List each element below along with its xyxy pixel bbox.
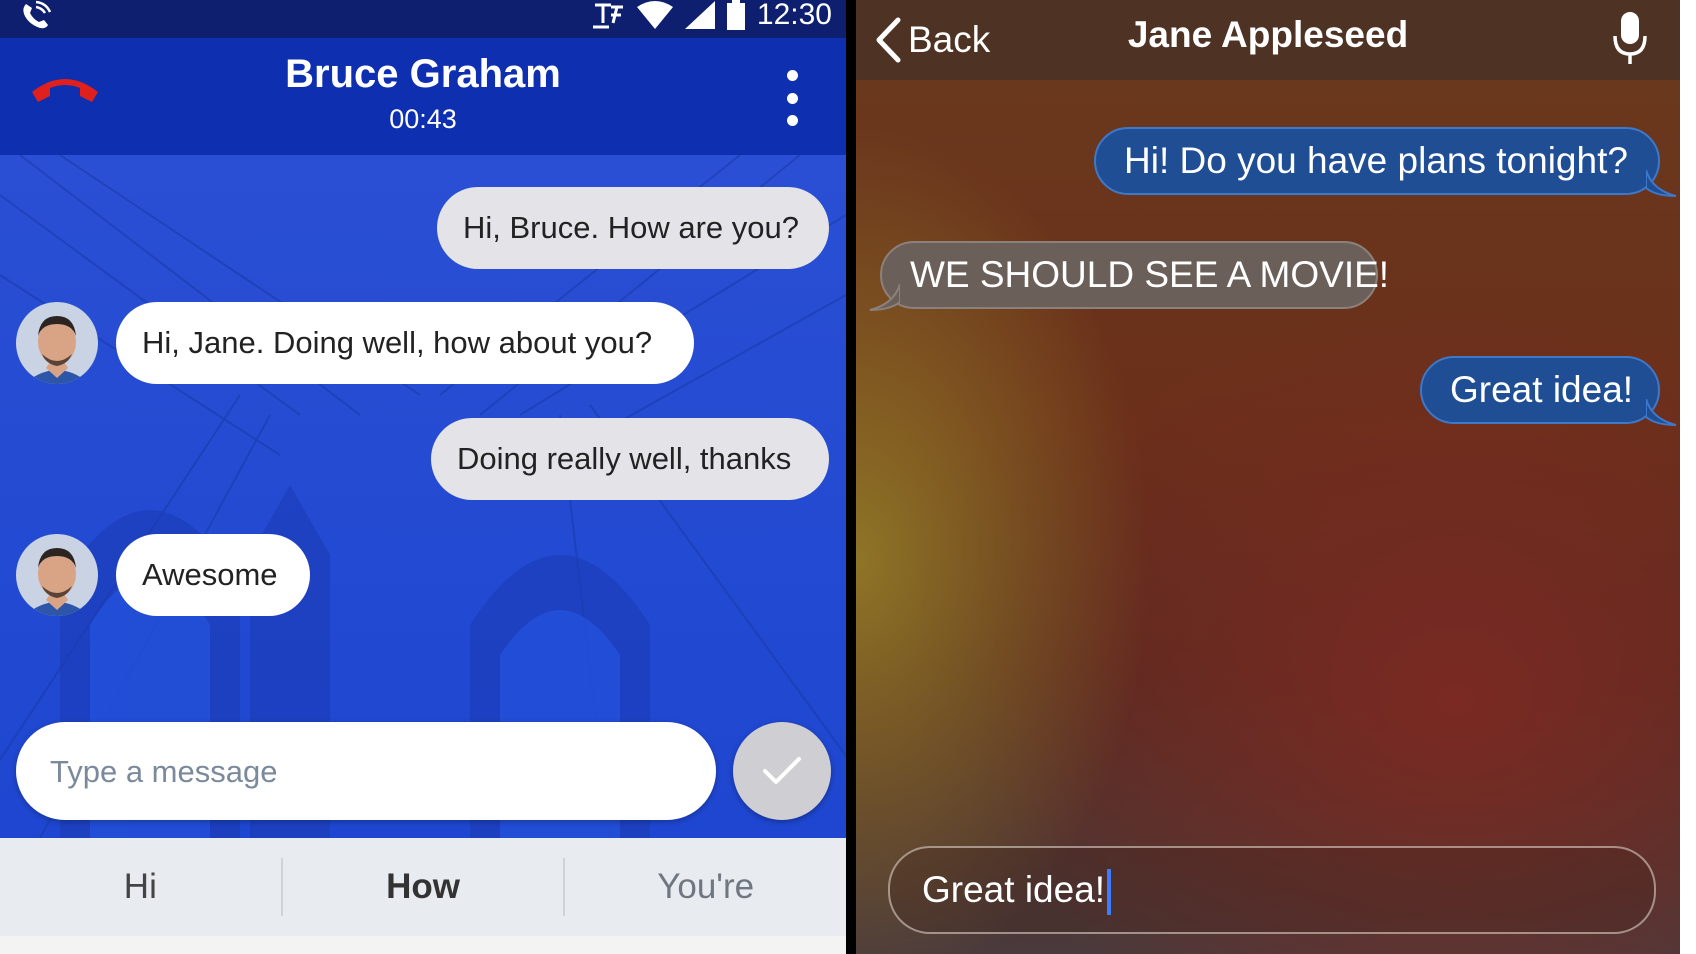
battery-icon	[726, 0, 745, 30]
message-text: WE SHOULD SEE A MOVIE!	[910, 254, 1390, 295]
text-caret	[1107, 869, 1112, 916]
thread-title: Jane Appleseed	[1127, 14, 1409, 55]
message-input[interactable]	[48, 722, 682, 822]
input-value: Great idea!	[922, 869, 1106, 910]
suggestion-label: You're	[657, 867, 755, 906]
message-bubble-received: WE SHOULD SEE A MOVIE!	[880, 241, 1389, 309]
message-text: Awesome	[142, 557, 278, 592]
cellular-signal-icon	[684, 1, 715, 29]
suggestion-label: Hi	[123, 867, 157, 906]
bubble-tail	[1646, 399, 1677, 426]
message-bubble-incoming: Hi, Jane. Doing well, how about you?	[116, 302, 694, 384]
more-vert-icon[interactable]	[774, 70, 810, 126]
phone-in-call-icon	[23, 0, 52, 29]
status-bar: 12:30	[0, 0, 846, 38]
contact-name: Bruce Graham	[285, 52, 561, 96]
messages-thread-screen: Back Jane Appleseed Hi! Do you have plan…	[856, 0, 1680, 954]
checkmark-icon	[763, 757, 801, 784]
message-text: Great idea!	[1450, 369, 1634, 410]
suggestion-item[interactable]: Hi	[0, 838, 281, 936]
message-bubble-outgoing: Doing really well, thanks	[431, 418, 829, 500]
message-composer	[16, 722, 716, 822]
bubble-tail	[1646, 170, 1677, 197]
message-text: Doing really well, thanks	[457, 441, 792, 476]
message-text: Hi, Jane. Doing well, how about you?	[142, 325, 653, 360]
wifi-icon	[636, 1, 673, 29]
call-timer: 00:43	[389, 104, 457, 134]
suggestion-label: How	[386, 867, 460, 906]
suggestion-item[interactable]: How	[283, 838, 564, 936]
message-input[interactable]: Great idea!	[888, 846, 1656, 934]
panel-divider	[846, 0, 856, 954]
message-bubble-sent: Hi! Do you have plans tonight?	[1094, 127, 1660, 195]
tty-icon	[592, 3, 623, 29]
screen-edge	[1680, 0, 1696, 954]
message-bubble-outgoing: Hi, Bruce. How are you?	[437, 187, 829, 269]
bubble-tail	[869, 284, 900, 311]
rtt-call-screen: 12:30 Bruce Graham 00:43 Hi, Bruce. How …	[0, 0, 846, 954]
microphone-icon[interactable]	[1610, 10, 1650, 66]
message-bubble-sent: Great idea!	[1420, 356, 1660, 424]
message-text: Hi, Bruce. How are you?	[463, 210, 799, 245]
message-text: Hi! Do you have plans tonight?	[1124, 140, 1628, 181]
suggestion-item[interactable]: You're	[565, 838, 846, 936]
status-time: 12:30	[756, 0, 832, 31]
send-button[interactable]	[733, 722, 831, 820]
message-bubble-incoming: Awesome	[116, 534, 310, 616]
keyboard-edge	[0, 936, 846, 954]
avatar	[16, 302, 98, 384]
keyboard-suggestion-bar: Hi How You're	[0, 838, 846, 936]
avatar	[16, 534, 98, 616]
